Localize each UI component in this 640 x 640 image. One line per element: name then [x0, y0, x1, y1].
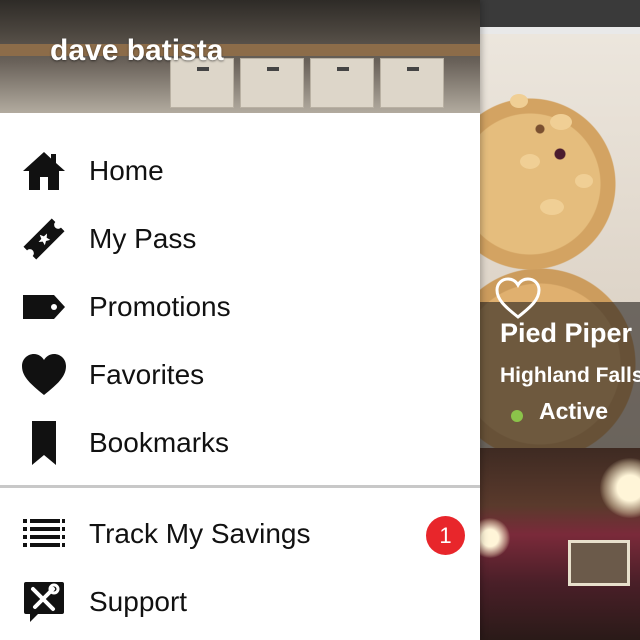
pie-crumb	[575, 174, 593, 188]
menu-divider	[0, 485, 480, 488]
header-drawer-box	[380, 58, 444, 108]
main-content: Pied Piper Highland Falls Active	[480, 0, 640, 640]
pie-crumb	[540, 199, 564, 215]
menu-item-promotions[interactable]: Promotions	[0, 273, 480, 341]
light-bulb	[600, 458, 640, 518]
menu-label-track-my-savings: Track My Savings	[89, 518, 311, 549]
pie-crumb	[510, 94, 528, 108]
listing-location: Highland Falls	[500, 364, 640, 387]
user-name: dave batista	[50, 34, 224, 67]
menu-label-my-pass: My Pass	[89, 223, 197, 254]
home-icon	[20, 147, 68, 195]
list-icon	[20, 510, 68, 558]
listing-name[interactable]: Pied Piper	[500, 318, 632, 349]
bookmark-icon	[20, 419, 68, 467]
menu-item-home[interactable]: Home	[0, 137, 480, 205]
pie-crumb	[550, 114, 572, 130]
listing-card-image[interactable]: Pied Piper Highland Falls Active	[480, 34, 640, 448]
menu-label-home: Home	[89, 155, 164, 186]
menu-label-promotions: Promotions	[89, 291, 231, 322]
secondary-menu: Track My Savings 1 Support	[0, 500, 480, 636]
menu-label-bookmarks: Bookmarks	[89, 427, 230, 458]
primary-menu: Home My Pass Promotions Favorites Bookma…	[0, 137, 480, 477]
pie-crumb	[520, 154, 540, 169]
menu-label-favorites: Favorites	[89, 359, 205, 390]
notification-badge: 1	[426, 516, 465, 555]
heart-icon	[20, 351, 68, 399]
navigation-drawer: dave batista Home My Pass Promotions Fav…	[0, 0, 480, 640]
menu-label-support: Support	[89, 586, 188, 617]
header-drawer-box	[310, 58, 374, 108]
status-dot	[511, 410, 523, 422]
header-drawer-box	[240, 58, 304, 108]
listing-card-image-2[interactable]	[480, 448, 640, 640]
listing-status: Active	[539, 398, 609, 424]
favorite-heart-icon[interactable]	[494, 276, 542, 320]
ticket-icon	[20, 215, 68, 263]
menu-item-bookmarks[interactable]: Bookmarks	[0, 409, 480, 477]
wall-frame	[568, 540, 630, 586]
menu-item-my-pass[interactable]: My Pass	[0, 205, 480, 273]
tag-icon	[20, 283, 68, 331]
menu-item-favorites[interactable]: Favorites	[0, 341, 480, 409]
menu-item-track-my-savings[interactable]: Track My Savings 1	[0, 500, 480, 568]
light-bulb	[480, 518, 510, 558]
tools-icon	[20, 578, 68, 626]
drawer-header: dave batista	[0, 0, 480, 113]
menu-item-support[interactable]: Support	[0, 568, 480, 636]
app-bar	[480, 0, 640, 27]
